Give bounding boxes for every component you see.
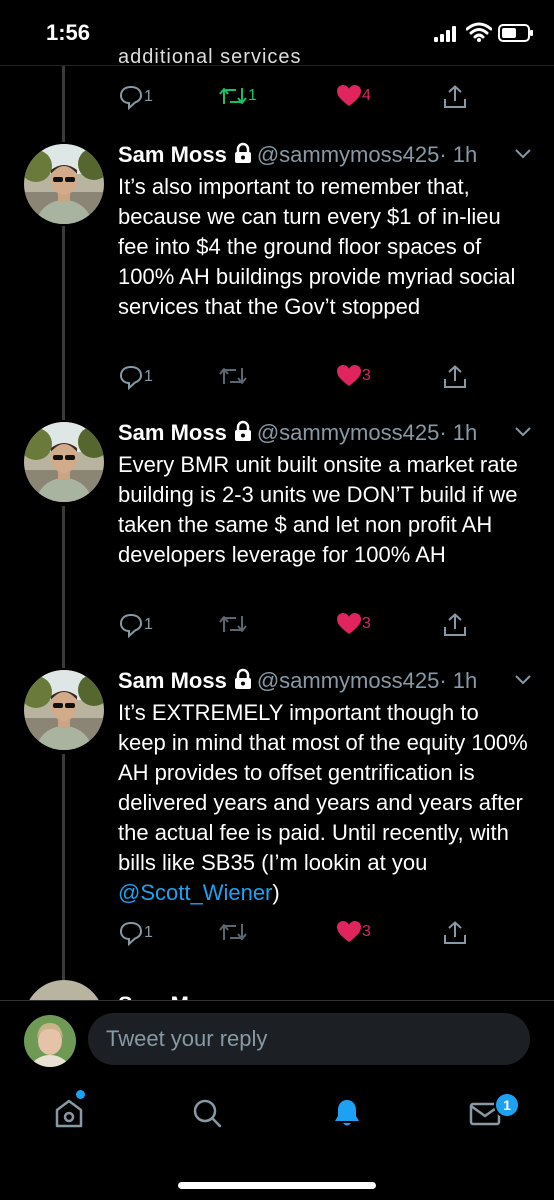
thread-line — [62, 754, 65, 980]
reply-button[interactable]: 1 — [118, 920, 153, 946]
retweet-button[interactable] — [218, 920, 248, 944]
share-icon — [444, 365, 466, 388]
display-name[interactable]: Sam Moss — [118, 420, 227, 445]
tab-notifications[interactable] — [330, 1096, 364, 1135]
reply-icon — [119, 85, 143, 110]
user-handle[interactable]: @sammymoss425 — [257, 420, 440, 445]
tab-search[interactable] — [190, 1096, 224, 1135]
status-divider — [0, 65, 554, 66]
messages-badge: 1 — [494, 1092, 520, 1118]
search-icon — [193, 1099, 222, 1128]
chevron-down-icon[interactable] — [514, 674, 532, 686]
tweet-text: It’s EXTREMELY important though to keep … — [118, 698, 528, 908]
tab-home[interactable] — [52, 1096, 86, 1135]
lock-icon — [234, 668, 251, 689]
mention-link[interactable]: @Scott_Wiener — [118, 880, 272, 905]
retweet-button[interactable] — [218, 364, 248, 388]
chevron-down-icon[interactable] — [514, 148, 532, 160]
tweet-time: · 1h — [439, 142, 478, 167]
heart-filled-icon — [337, 365, 361, 386]
tweet-partial[interactable]: Sam Moss — [0, 980, 554, 1000]
reply-button[interactable]: 1 — [118, 612, 153, 638]
clock: 1:56 — [46, 20, 91, 45]
tweet-header: Sam Moss @sammymoss425· 1h — [118, 668, 477, 694]
like-button[interactable]: 3 — [336, 364, 371, 388]
retweet-icon — [219, 924, 247, 940]
like-count: 4 — [362, 87, 371, 104]
retweet-count: 1 — [248, 87, 257, 104]
retweet-icon — [219, 616, 247, 632]
display-name[interactable]: Sam Moss — [118, 992, 227, 1000]
like-button[interactable]: 3 — [336, 612, 371, 636]
share-icon — [444, 85, 466, 108]
like-count: 3 — [362, 923, 371, 940]
retweet-button[interactable] — [218, 612, 248, 636]
like-count: 3 — [362, 367, 371, 384]
reply-count: 1 — [144, 368, 153, 385]
heart-filled-icon — [337, 921, 361, 942]
reply-count: 1 — [144, 616, 153, 633]
retweet-button[interactable]: 1 — [218, 84, 257, 108]
retweet-icon — [219, 88, 247, 104]
reply-icon — [119, 921, 143, 946]
share-icon — [444, 613, 466, 636]
tweet-text: It’s also important to remember that, be… — [118, 174, 516, 319]
home-icon — [55, 1099, 83, 1128]
thread-line — [62, 506, 65, 668]
my-avatar[interactable] — [24, 1015, 76, 1067]
display-name[interactable]: Sam Moss — [118, 142, 227, 167]
thread-line — [62, 226, 65, 420]
reply-icon — [119, 613, 143, 638]
share-button[interactable] — [442, 920, 468, 946]
reply-button[interactable]: 1 — [118, 364, 153, 390]
avatar[interactable] — [24, 980, 104, 1000]
tweet-header: Sam Moss @sammymoss425· 1h — [118, 420, 477, 446]
tweet-actions: 1 3 — [118, 364, 528, 394]
tweet-actions: 1 1 4 — [118, 84, 528, 114]
reply-count: 1 — [144, 88, 153, 105]
tweet-actions: 1 3 — [118, 920, 528, 950]
reply-composer: Tweet your reply — [0, 1001, 554, 1075]
like-button[interactable]: 4 — [336, 84, 371, 108]
retweet-icon — [219, 368, 247, 384]
tweet-time: · 1h — [439, 668, 478, 693]
reply-count: 1 — [144, 924, 153, 941]
tweet-text-part: ) — [272, 880, 280, 905]
home-new-dot — [76, 1090, 85, 1099]
heart-filled-icon — [337, 613, 361, 634]
bell-icon — [335, 1100, 359, 1126]
thread-line — [62, 66, 65, 142]
tweet-actions: 1 3 — [118, 612, 528, 642]
tweet-time: · 1h — [439, 420, 478, 445]
lock-icon — [234, 142, 251, 163]
tweet-text-part: It’s EXTREMELY important though to keep … — [118, 700, 528, 875]
heart-filled-icon — [337, 85, 361, 106]
share-icon — [444, 921, 466, 944]
chevron-down-icon[interactable] — [514, 426, 532, 438]
avatar[interactable] — [24, 144, 104, 224]
avatar[interactable] — [24, 670, 104, 750]
share-button[interactable] — [442, 612, 468, 638]
avatar[interactable] — [24, 422, 104, 502]
tweet-text: Every BMR unit built onsite a market rat… — [118, 452, 518, 567]
reply-icon — [119, 365, 143, 390]
battery-icon — [498, 24, 533, 42]
tweet-header: Sam Moss @sammymoss425· 1h — [118, 142, 477, 168]
share-button[interactable] — [442, 84, 468, 110]
user-handle[interactable]: @sammymoss425 — [257, 142, 440, 167]
home-indicator — [178, 1182, 376, 1189]
cellular-signal-icon — [434, 26, 456, 42]
wifi-icon — [466, 22, 492, 42]
like-button[interactable]: 3 — [336, 920, 371, 944]
like-count: 3 — [362, 615, 371, 632]
reply-button[interactable]: 1 — [118, 84, 153, 110]
lock-icon — [234, 420, 251, 441]
share-button[interactable] — [442, 364, 468, 390]
reply-input[interactable]: Tweet your reply — [88, 1013, 530, 1065]
display-name[interactable]: Sam Moss — [118, 668, 227, 693]
tweet-header: Sam Moss — [118, 992, 227, 1000]
user-handle[interactable]: @sammymoss425 — [257, 668, 440, 693]
